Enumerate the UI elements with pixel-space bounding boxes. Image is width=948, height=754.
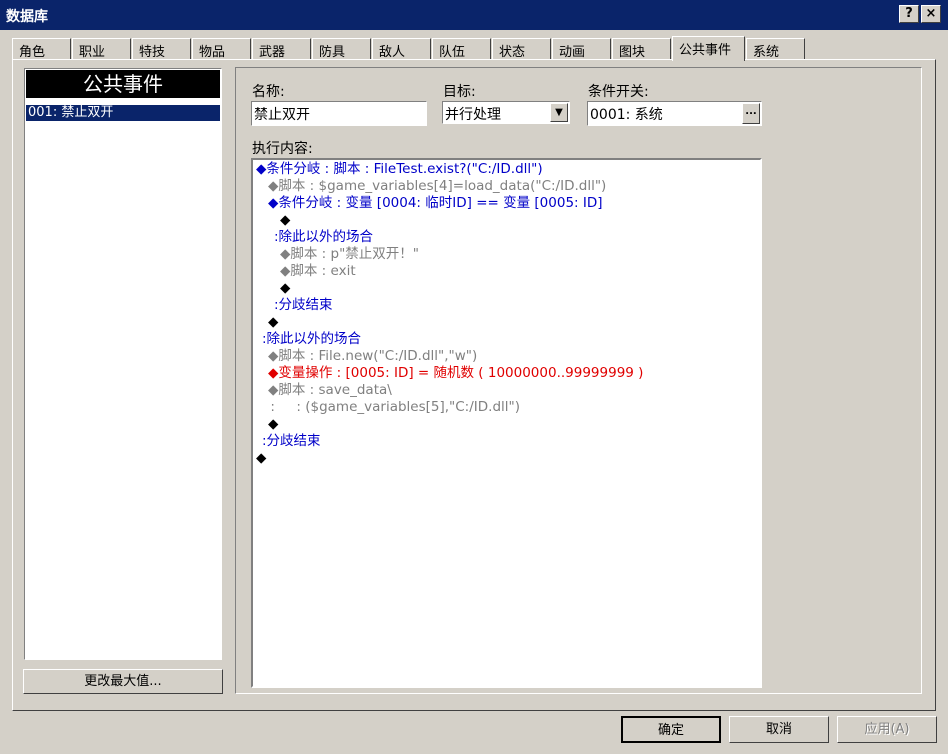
tab-skills[interactable]: 特技 [132,38,191,60]
command-line[interactable]: ◆ [268,314,278,331]
command-line[interactable]: :分歧结束 [262,433,321,450]
target-value: 并行处理 [445,107,501,123]
tab-troops[interactable]: 队伍 [432,38,491,60]
tab-states[interactable]: 状态 [492,38,551,60]
tab-classes[interactable]: 职业 [72,38,131,60]
target-label: 目标: [443,84,476,100]
change-max-button[interactable]: 更改最大值... [23,669,223,694]
switch-label: 条件开关: [588,84,649,100]
tab-armors[interactable]: 防具 [312,38,371,60]
name-label: 名称: [252,84,285,100]
switch-value: 0001: 系统 [590,107,663,123]
ok-button[interactable]: 确定 [621,716,721,743]
switch-browse-button[interactable]: ... [742,103,760,124]
close-button[interactable]: × [921,5,941,23]
tab-strip: 角色 职业 特技 物品 武器 防具 敌人 队伍 状态 动画 图块 公共事件 系统 [12,36,948,61]
command-line[interactable]: :除此以外的场合 [274,229,373,246]
switch-field[interactable]: 0001: 系统 ... [587,101,762,126]
tab-items[interactable]: 物品 [192,38,251,60]
command-line[interactable]: : : ($game_variables[5],"C:/ID.dll") [270,399,520,416]
name-input[interactable]: 禁止双开 [251,101,427,126]
tab-animations[interactable]: 动画 [552,38,611,60]
command-line[interactable]: ◆ [280,280,290,297]
command-line[interactable]: :除此以外的场合 [262,331,361,348]
command-line[interactable]: ◆脚本 : p"禁止双开！" [280,246,419,263]
command-line[interactable]: ◆脚本 : File.new("C:/ID.dll","w") [268,348,477,365]
tab-tilesets[interactable]: 图块 [612,38,671,60]
title-bar: 数据库 ? × [0,0,948,30]
chevron-down-icon[interactable]: ▼ [550,103,568,122]
target-select[interactable]: 并行处理 ▼ [442,101,570,124]
command-line[interactable]: :分歧结束 [274,297,333,314]
list-header: 公共事件 [26,70,220,98]
event-command-list[interactable]: ◆条件分岐 : 脚本 : FileTest.exist?("C:/ID.dll"… [251,158,762,688]
command-line[interactable]: ◆条件分岐 : 变量 [0004: 临时ID] == 变量 [0005: ID] [268,195,603,212]
tab-system[interactable]: 系统 [746,38,805,60]
window-title: 数据库 [6,9,48,25]
command-line[interactable]: ◆ [268,416,278,433]
tab-common-events[interactable]: 公共事件 [672,36,745,61]
tab-weapons[interactable]: 武器 [252,38,311,60]
command-line[interactable]: ◆脚本 : $game_variables[4]=load_data("C:/I… [268,178,606,195]
help-button[interactable]: ? [899,5,919,23]
command-line[interactable]: ◆脚本 : save_data\ [268,382,392,399]
command-line[interactable]: ◆变量操作 : [0005: ID] = 随机数 ( 10000000..999… [268,365,643,382]
command-line[interactable]: ◆ [280,212,290,229]
common-event-list[interactable]: 公共事件 001: 禁止双开 [24,68,222,660]
content-label: 执行内容: [252,141,313,157]
tab-actors[interactable]: 角色 [12,38,71,60]
command-line[interactable]: ◆ [256,450,266,467]
command-line[interactable]: ◆脚本 : exit [280,263,356,280]
command-line[interactable]: ◆条件分岐 : 脚本 : FileTest.exist?("C:/ID.dll"… [256,161,543,178]
cancel-button[interactable]: 取消 [729,716,829,743]
list-item-selected[interactable]: 001: 禁止双开 [26,105,220,121]
tab-enemies[interactable]: 敌人 [372,38,431,60]
apply-button[interactable]: 应用(A) [837,716,937,743]
